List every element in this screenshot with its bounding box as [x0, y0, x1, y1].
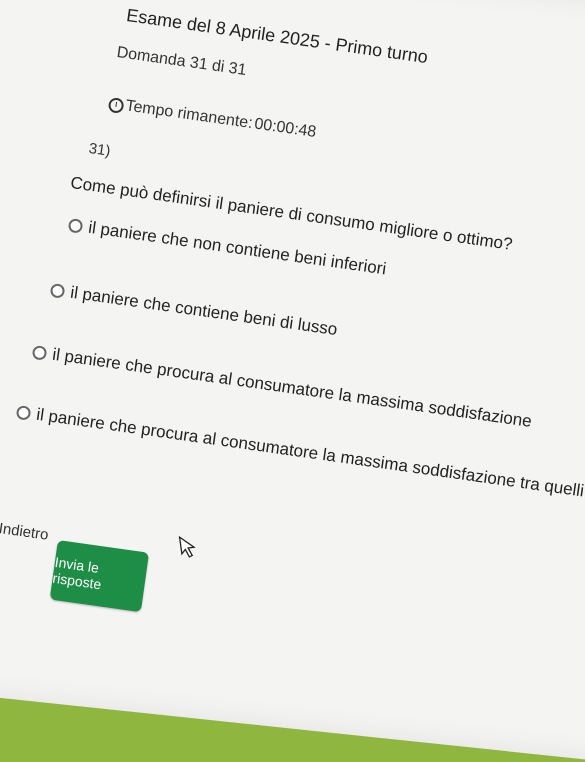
- timer-value: 00:00:48: [253, 115, 318, 141]
- timer-label: Tempo rimanente:: [124, 97, 254, 133]
- radio-button[interactable]: [67, 217, 84, 234]
- radio-button[interactable]: [31, 344, 48, 361]
- timer: Tempo rimanente: 00:00:48: [107, 95, 317, 142]
- mouse-pointer-icon: [178, 535, 196, 558]
- back-button[interactable]: Indietro: [0, 520, 50, 544]
- question-position: Domanda 31 di 31: [115, 44, 248, 80]
- radio-button[interactable]: [15, 404, 32, 421]
- submit-answers-button[interactable]: Invia le risposte: [49, 540, 150, 613]
- question-number: 31): [87, 140, 112, 160]
- answer-option-label: il paniere che contiene beni di lusso: [69, 282, 339, 340]
- radio-button[interactable]: [49, 282, 66, 299]
- answer-option-2[interactable]: il paniere che contiene beni di lusso: [49, 280, 339, 340]
- clock-icon: [107, 96, 125, 114]
- exam-page: Esame del 8 Aprile 2025 - Primo turno Do…: [0, 0, 585, 679]
